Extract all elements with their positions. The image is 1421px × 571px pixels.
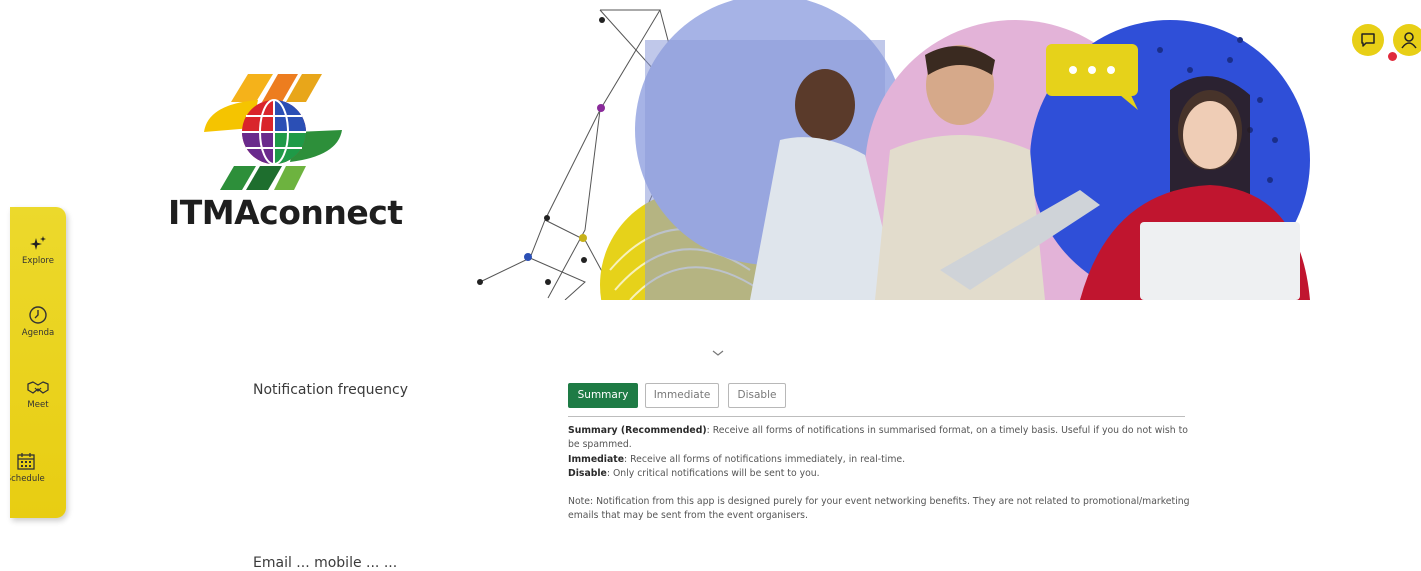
chat-button[interactable]: [1352, 24, 1384, 56]
summary-title: Summary (Recommended): [568, 425, 707, 436]
summary-description: Summary (Recommended): Receive all forms…: [568, 424, 1193, 453]
chevron-down-icon: [712, 350, 724, 356]
nav-item-my-schedule[interactable]: y Schedule: [10, 451, 66, 484]
disable-option-button[interactable]: Disable: [728, 383, 786, 408]
disable-description: Disable: Only critical notifications wil…: [568, 467, 1193, 481]
hero-illustration-icon: [477, 0, 1310, 380]
scroll-down-chevron[interactable]: [711, 343, 725, 362]
immediate-option-button[interactable]: Immediate: [645, 383, 719, 408]
summary-option-button[interactable]: Summary: [568, 383, 638, 408]
logo-wordmark: ITMAconnect: [168, 193, 403, 232]
nav-item-meet[interactable]: Meet: [10, 379, 66, 410]
nav-item-explore[interactable]: Explore: [10, 235, 66, 266]
hero-banner: [470, 0, 1310, 380]
frequency-descriptions: Summary (Recommended) : Receive all forms…: [568, 424, 1193, 524]
nav-label-explore: Explore: [22, 256, 54, 266]
disable-title: Disable: [568, 467, 607, 479]
calendar-icon: [17, 453, 35, 470]
user-profile-icon: [1401, 32, 1417, 49]
side-navigation: Explore Agenda Meet y Schedule: [10, 207, 66, 518]
handshake-icon: [27, 381, 49, 394]
nav-label-meet: Meet: [27, 400, 49, 410]
itma-globe-logo-icon: [204, 74, 342, 190]
itma-logo: ITMAconnect: [160, 70, 403, 240]
disable-text: : Only critical notifications will be se…: [606, 467, 820, 479]
sparkles-icon: [30, 236, 46, 250]
immediate-title: Immediate: [568, 453, 625, 465]
nav-label-my-schedule: y Schedule: [10, 474, 45, 484]
options-divider: [568, 416, 1185, 417]
notification-dot: [1388, 52, 1397, 61]
immediate-text: : Receive all forms of notifications imm…: [624, 453, 906, 465]
next-setting-label: Email ... mobile ... ...: [253, 555, 398, 571]
clock-icon: [29, 306, 47, 324]
nav-item-agenda[interactable]: Agenda: [10, 305, 66, 338]
nav-label-agenda: Agenda: [21, 328, 55, 338]
user-profile-button[interactable]: [1393, 24, 1421, 56]
notification-note: Note: Notification from this app is desi…: [568, 496, 1190, 522]
chat-bubble-icon: [1361, 33, 1375, 47]
notification-frequency-label: Notification frequency: [253, 382, 408, 398]
immediate-description: Immediate: Receive all forms of notifica…: [568, 453, 1193, 467]
